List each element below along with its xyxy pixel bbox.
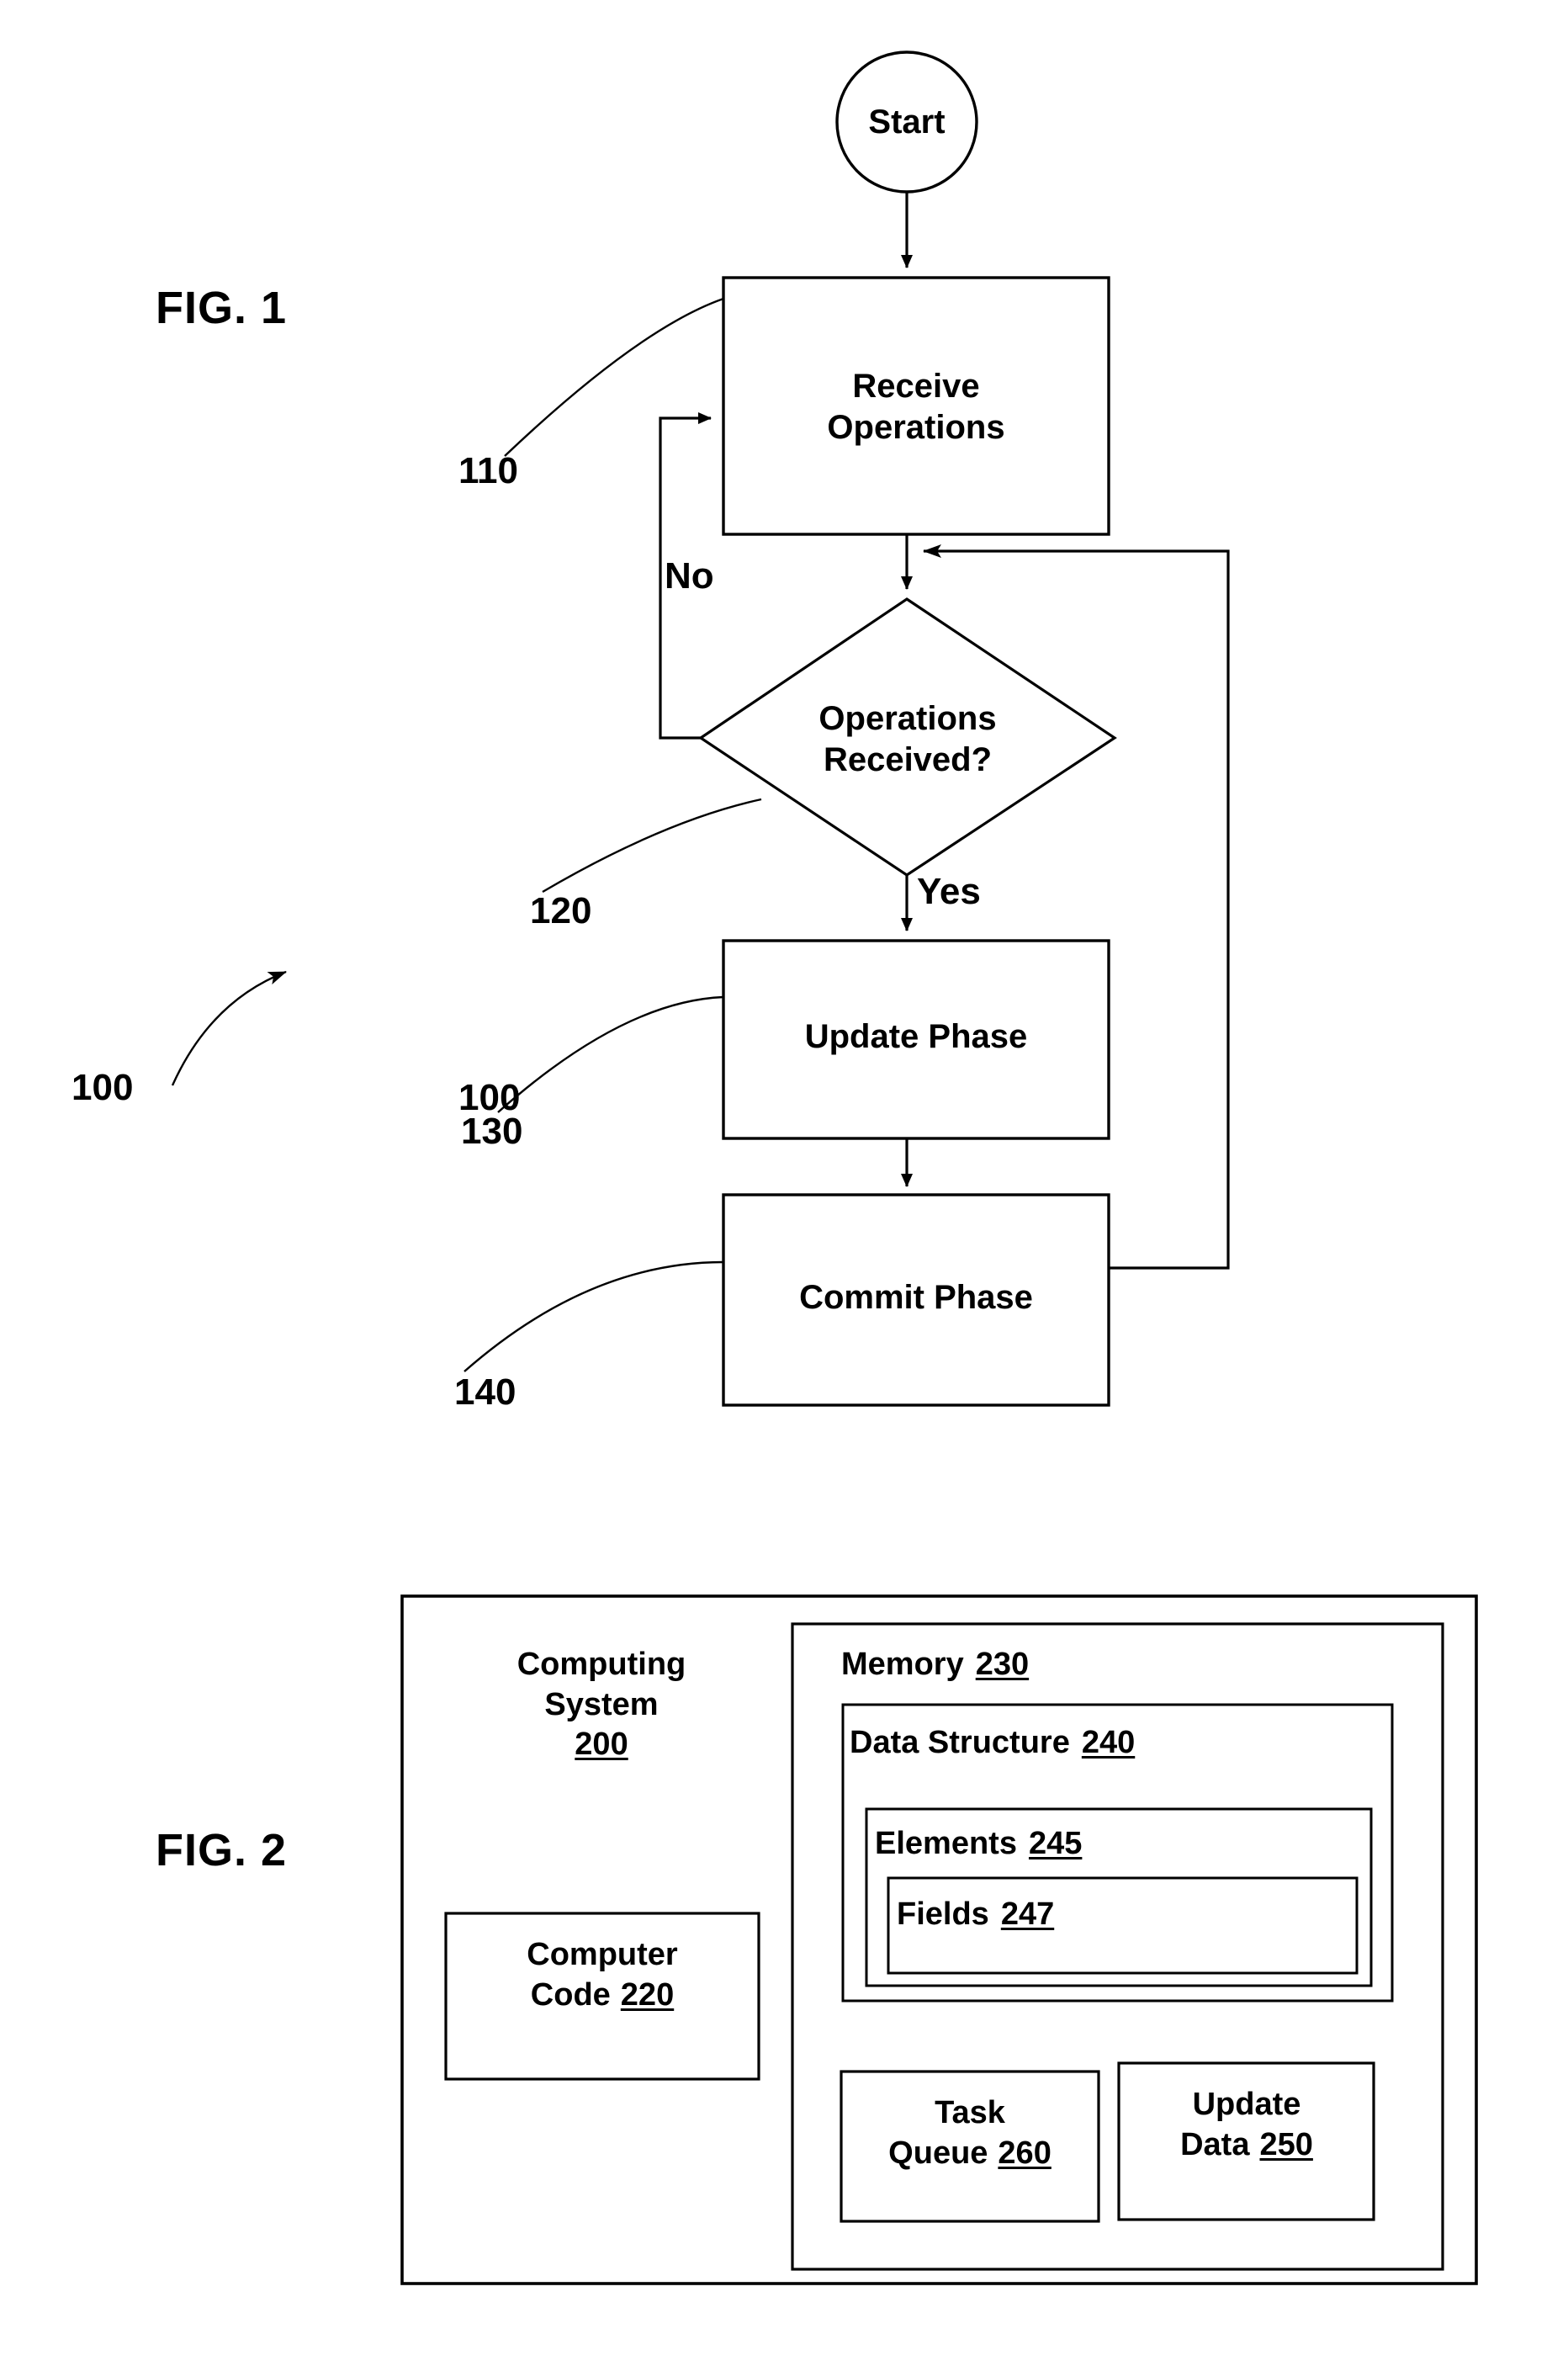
data-structure-name: Data Structure	[850, 1725, 1070, 1760]
patent-drawing-sheet: FIG. 1 Start Receive Operations Operatio…	[0, 0, 1568, 2366]
reference-numeral-110: 110	[458, 450, 518, 491]
leader-line-140	[464, 1260, 724, 1372]
elements-name: Elements	[875, 1826, 1017, 1861]
computing-system-ref: 200	[575, 1727, 628, 1762]
update-data-ref: 250	[1259, 2126, 1313, 2162]
start-node-label: Start	[868, 103, 946, 141]
computer-code-title: Computer Code 220	[454, 1935, 750, 2015]
computer-code-line-2: Code	[530, 1976, 611, 2013]
task-queue-ref: 260	[998, 2135, 1052, 2171]
no-branch-label: No	[665, 555, 714, 597]
computing-system-line-2: System	[544, 1686, 659, 1722]
memory-ref: 230	[975, 1647, 1030, 1682]
data-structure-title: Data Structure 240	[850, 1723, 1388, 1764]
task-queue-title: Task Queue 260	[845, 2093, 1095, 2173]
update-phase-label: Update Phase	[804, 1017, 1028, 1055]
fields-name: Fields	[897, 1897, 989, 1932]
reference-numeral-100-text: 100	[72, 1067, 134, 1108]
update-data-title: Update Data 250	[1122, 2085, 1371, 2165]
reference-numeral-130: 130	[461, 1111, 523, 1152]
operations-received-label: Operations Received?	[818, 700, 997, 778]
elements-ref: 245	[1028, 1826, 1083, 1861]
reference-numeral-140: 140	[454, 1371, 516, 1413]
task-queue-line-2-wrap: Queue 260	[888, 2134, 1052, 2174]
update-data-line-1: Update	[1192, 2087, 1301, 2122]
leader-line-100	[171, 970, 287, 1086]
memory-title: Memory 230	[841, 1645, 1396, 1685]
computer-code-ref: 220	[620, 1976, 675, 2013]
commit-phase-label: Commit Phase	[799, 1278, 1033, 1316]
task-queue-line-1: Task	[935, 2095, 1005, 2130]
fields-ref: 247	[1000, 1897, 1055, 1932]
leader-line-120	[542, 798, 762, 894]
update-data-line-2: Data	[1180, 2126, 1250, 2162]
update-data-line-2-wrap: Data 250	[1180, 2125, 1313, 2166]
computer-code-line-2-wrap: Code 220	[531, 1976, 674, 2016]
computing-system-title: Computing System 200	[471, 1645, 732, 1765]
computer-code-line-1: Computer	[527, 1937, 678, 1972]
fields-title: Fields 247	[897, 1895, 1348, 1935]
reference-numeral-120: 120	[530, 890, 592, 931]
memory-name: Memory	[841, 1647, 964, 1682]
receive-operations-label: Receive Operations	[827, 368, 1005, 446]
yes-branch-label: Yes	[917, 871, 981, 912]
figure-2-label: FIG. 2	[156, 1825, 288, 1875]
elements-title: Elements 245	[875, 1824, 1363, 1865]
computing-system-line-1: Computing	[516, 1647, 686, 1682]
data-structure-ref: 240	[1081, 1725, 1136, 1760]
leader-line-110	[504, 297, 724, 457]
figure-1-label: FIG. 1	[156, 283, 288, 333]
leader-line-130	[497, 995, 724, 1113]
task-queue-line-2: Queue	[888, 2135, 988, 2171]
